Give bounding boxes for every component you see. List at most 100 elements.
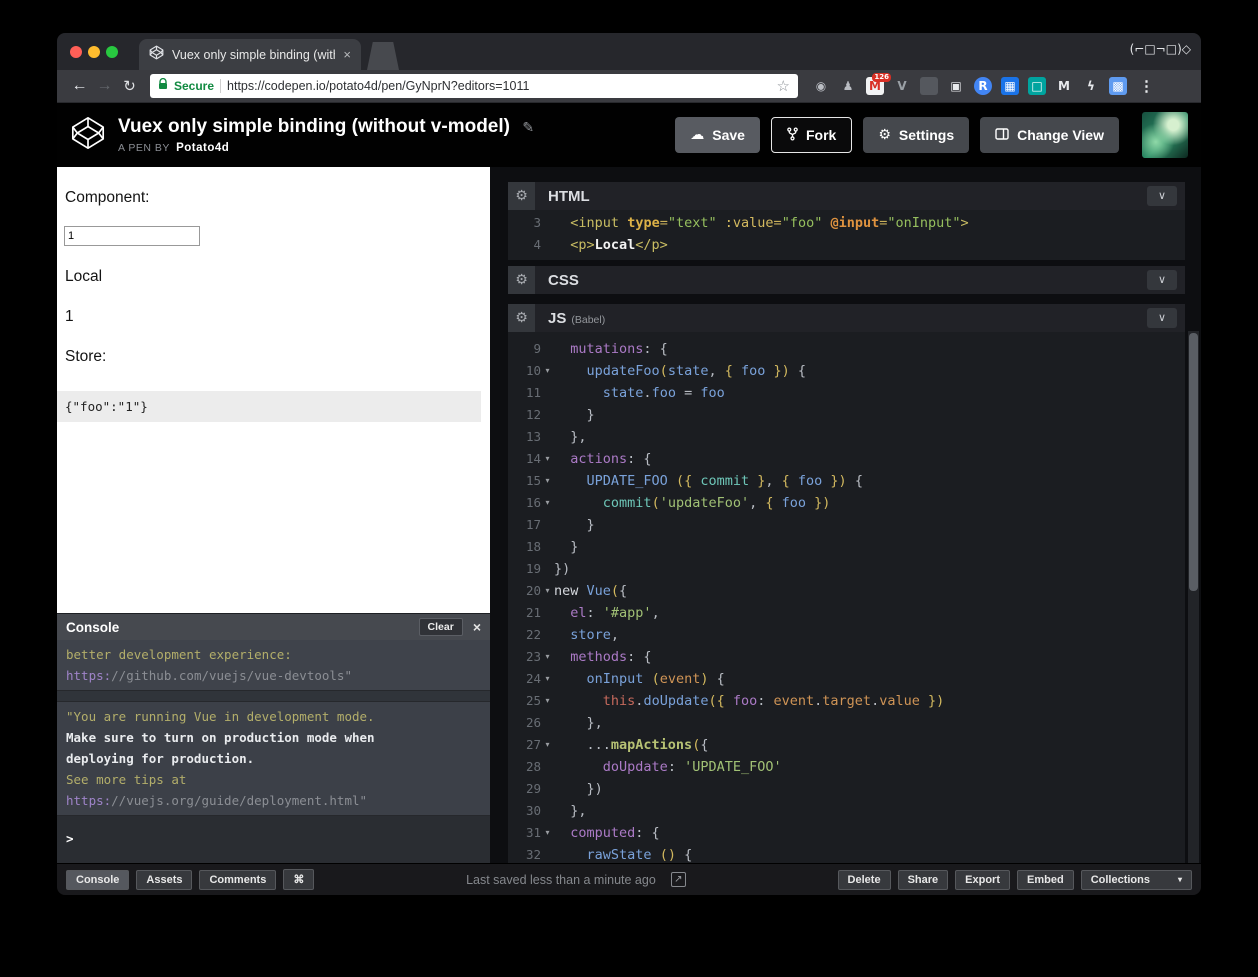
js-preprocessor-label: (Babel) [571,314,605,326]
fold-arrow-icon[interactable]: ▾ [541,822,554,844]
fold-arrow-icon[interactable]: ▾ [541,360,554,382]
js-settings-gear-icon[interactable]: ⚙ [508,304,535,332]
code-text: }) [554,558,570,580]
line-number: 31▾ [508,822,554,844]
fold-arrow-icon[interactable]: ▾ [541,690,554,712]
fold-arrow-icon[interactable]: ▾ [541,580,554,602]
component-label: Component: [65,189,149,207]
line-number: 3 [508,212,554,234]
footer-comments-button[interactable]: Comments [199,870,276,890]
footer-bar: ConsoleAssetsComments⌘ Last saved less t… [57,863,1201,895]
css-collapse-chevron-icon[interactable]: ∨ [1147,270,1177,290]
code-line: 29 }) [508,778,1185,800]
html-collapse-chevron-icon[interactable]: ∨ [1147,186,1177,206]
close-window-button[interactable] [70,46,82,58]
runner-extension-icon[interactable]: ♟ [839,77,857,95]
line-number: 4 [508,234,554,256]
footer-share-button[interactable]: Share [898,870,949,890]
console-clear-button[interactable]: Clear [419,618,463,636]
user-avatar[interactable] [1142,112,1188,158]
camera-extension-icon[interactable]: ◉ [812,77,830,95]
editor-scrollbar[interactable] [1188,331,1199,863]
code-line: 23▾ methods: { [508,646,1185,668]
code-line: 15▾ UPDATE_FOO ({ commit }, { foo }) { [508,470,1185,492]
console-close-icon[interactable]: × [473,619,481,635]
author-link[interactable]: Potato4d [176,142,229,154]
reload-button[interactable]: ↻ [117,79,142,94]
back-button[interactable]: ← [67,78,92,94]
footer-console-button[interactable]: Console [66,870,129,890]
edit-title-pencil-icon[interactable]: ✎ [522,119,534,135]
line-number: 18 [508,536,554,558]
r-extension-icon[interactable]: R [974,77,992,95]
footer-export-button[interactable]: Export [955,870,1010,890]
change-view-button[interactable]: Change View [980,117,1119,153]
css-settings-gear-icon[interactable]: ⚙ [508,266,535,294]
code-text: ...mapActions({ [554,734,708,756]
save-button[interactable]: ☁ Save [675,117,760,153]
minimize-window-button[interactable] [88,46,100,58]
code-text: doUpdate: 'UPDATE_FOO' [554,756,782,778]
gmail-extension-icon[interactable]: M126 [866,77,884,95]
fold-arrow-icon[interactable]: ▾ [541,470,554,492]
js-editor-section: ⚙ JS(Babel) ∨ 9 mutations: {10▾ updateFo… [508,304,1185,863]
html-settings-gear-icon[interactable]: ⚙ [508,182,535,210]
fold-gutter [541,602,554,624]
code-line: 13 }, [508,426,1185,448]
puzzle-extension-icon[interactable]: ▩ [1109,77,1127,95]
fold-arrow-icon[interactable]: ▾ [541,668,554,690]
fold-gutter [541,338,554,360]
left-pane: Component: Local 1 Store: {"foo":"1"} Co… [57,167,490,863]
footer-assets-button[interactable]: Assets [136,870,192,890]
footer-cmd-button[interactable]: ⌘ [283,869,314,890]
editor-scrollbar-thumb[interactable] [1189,333,1198,591]
lightning-extension-icon[interactable]: ϟ [1082,77,1100,95]
zoom-window-button[interactable] [106,46,118,58]
line-number: 25▾ [508,690,554,712]
js-collapse-chevron-icon[interactable]: ∨ [1147,308,1177,328]
store-label: Store: [65,348,106,366]
footer-embed-button[interactable]: Embed [1017,870,1074,890]
fold-arrow-icon[interactable]: ▾ [541,734,554,756]
browser-menu-icon[interactable]: ⋮ [1139,77,1154,95]
fold-arrow-icon[interactable]: ▾ [541,448,554,470]
footer-delete-button[interactable]: Delete [838,870,891,890]
code-text: }, [554,712,603,734]
footer-collections-button[interactable]: Collections▾ [1081,870,1192,890]
console-log-line: better development experience: [66,644,481,665]
browser-tab[interactable]: Vuex only simple binding (with × [139,39,361,70]
code-text: } [554,404,595,426]
line-number: 28 [508,756,554,778]
url-text[interactable]: https://codepen.io/potato4d/pen/GyNprN?e… [227,79,771,93]
m-extension-icon[interactable]: M [1055,77,1073,95]
screenshot-extension-icon[interactable]: ▣ [947,77,965,95]
code-line: 25▾ this.doUpdate({ foo: event.target.va… [508,690,1185,712]
tab-close-icon[interactable]: × [343,47,351,62]
console-body: better development experience:https://gi… [57,640,490,863]
drive-extension-icon[interactable]: ▦ [1001,77,1019,95]
new-tab-button[interactable] [367,42,399,70]
pocket-extension-icon[interactable] [920,77,938,95]
bookmark-star-icon[interactable]: ☆ [777,77,790,95]
code-line: 4 <p>Local</p> [508,234,1185,256]
forward-button[interactable]: → [92,78,117,94]
preview-pane: Component: Local 1 Store: {"foo":"1"} [57,167,490,613]
js-code-editor[interactable]: 9 mutations: {10▾ updateFoo(state, { foo… [508,332,1185,863]
fold-arrow-icon[interactable]: ▾ [541,646,554,668]
open-in-new-icon[interactable]: ↗ [671,872,686,887]
fold-gutter [541,800,554,822]
code-line: 21 el: '#app', [508,602,1185,624]
fold-gutter [541,756,554,778]
codepen-logo-icon[interactable] [70,115,106,156]
fold-arrow-icon[interactable]: ▾ [541,492,554,514]
component-input[interactable] [64,226,200,246]
settings-button[interactable]: ⚙ Settings [863,117,969,153]
console-panel: Console Clear × better development exper… [57,613,490,863]
fork-button[interactable]: Fork [771,117,852,153]
tab-strip: Vuex only simple binding (with × (⌐□¬□)◇ [57,33,1201,70]
console-input-area[interactable]: > [57,816,490,863]
monitor-extension-icon[interactable]: □ [1028,77,1046,95]
vimium-extension-icon[interactable]: V [893,77,911,95]
html-code-editor[interactable]: 3 <input type="text" :value="foo" @input… [508,210,1185,260]
address-bar[interactable]: Secure https://codepen.io/potato4d/pen/G… [150,74,798,98]
